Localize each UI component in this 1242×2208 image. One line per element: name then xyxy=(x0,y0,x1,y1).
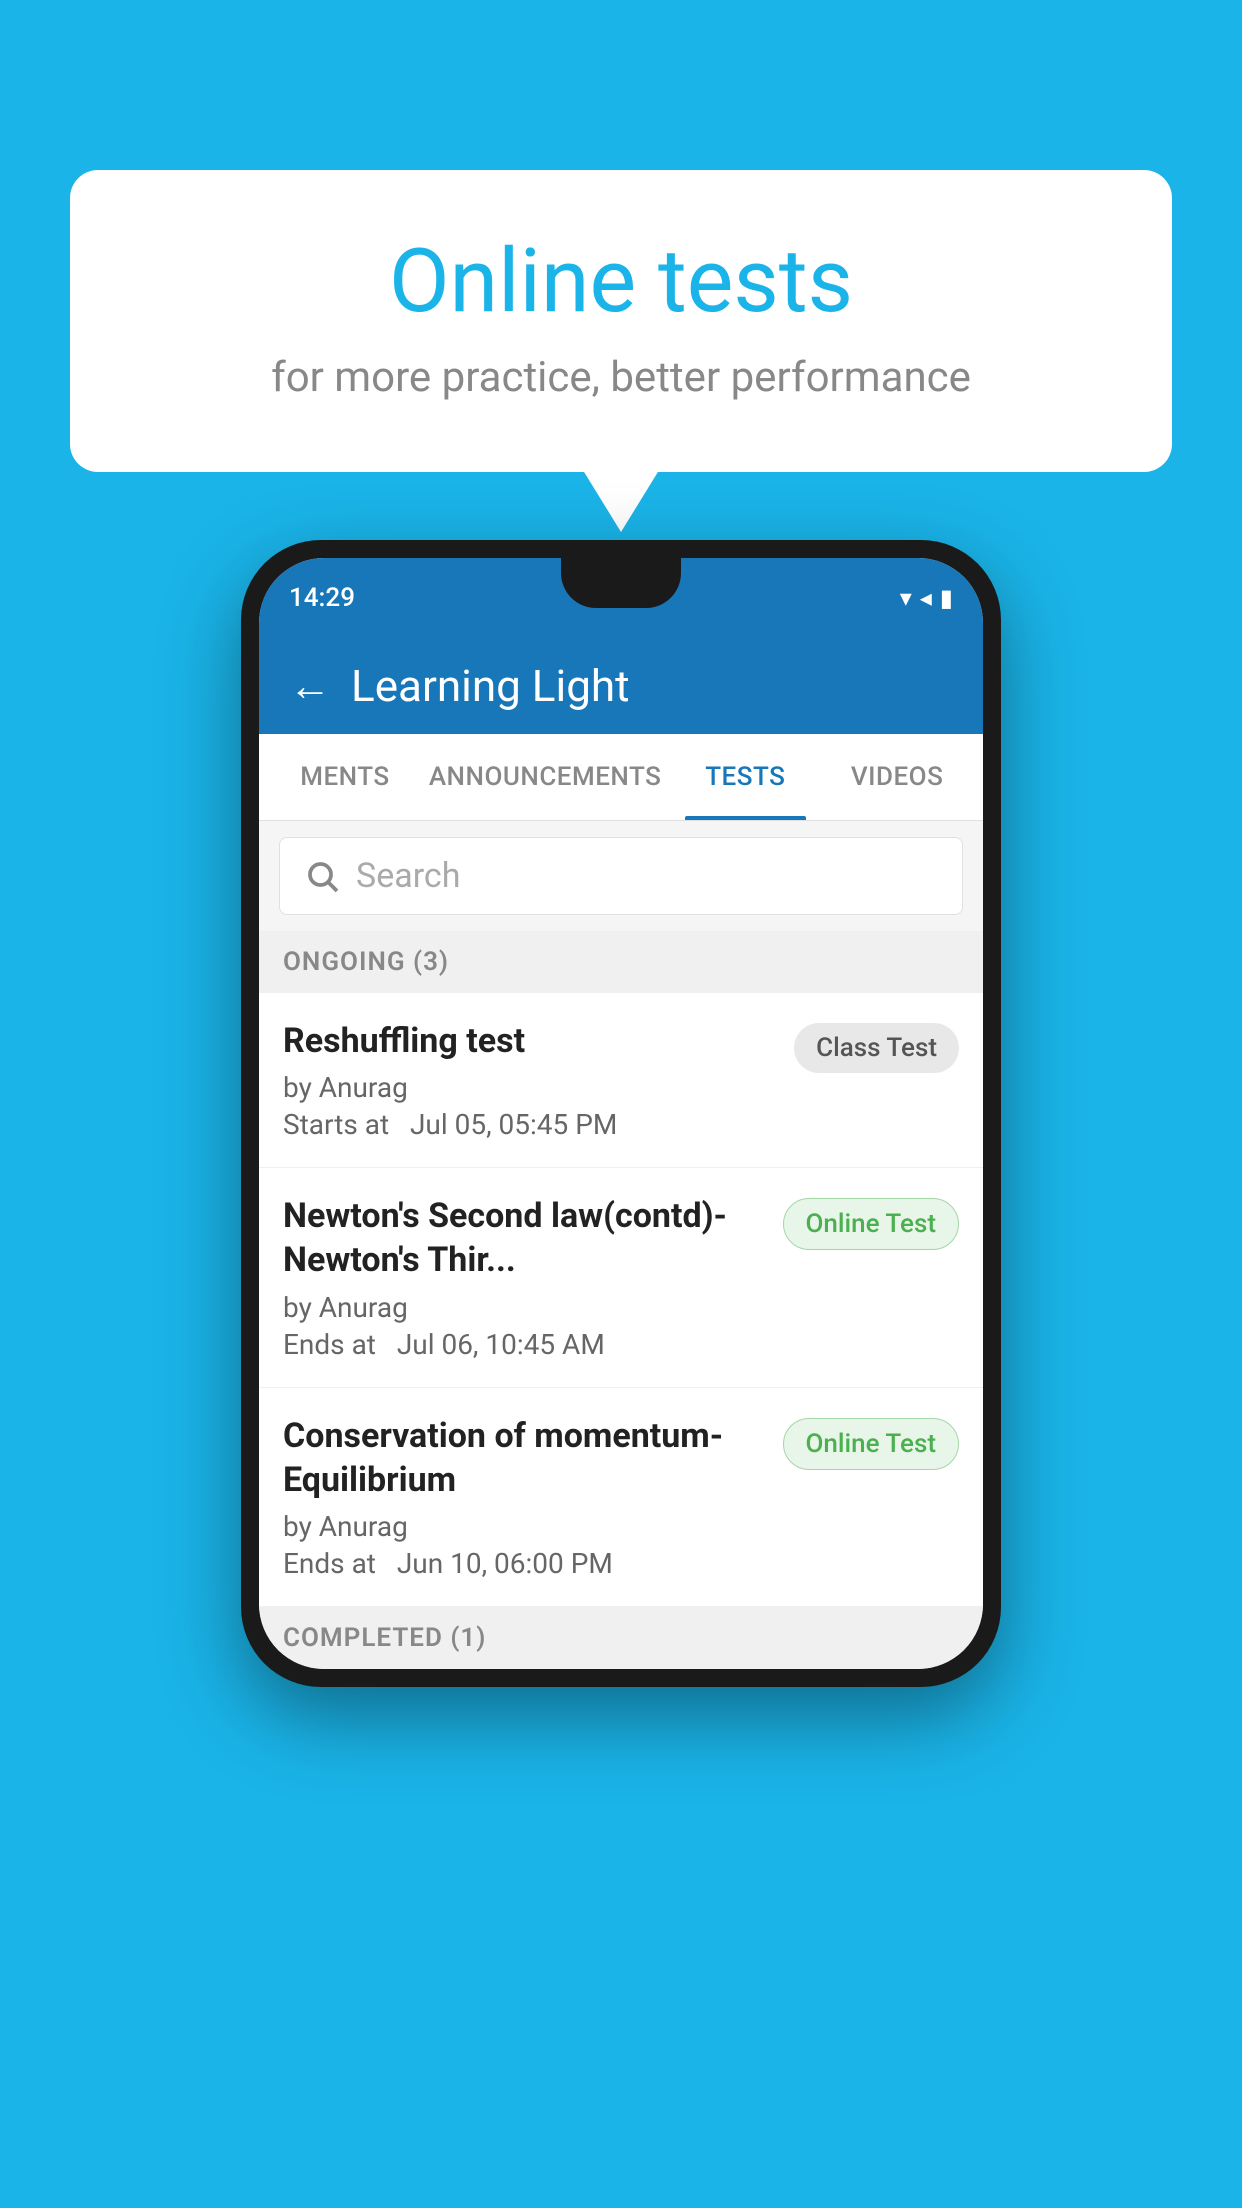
completed-section-header: COMPLETED (1) xyxy=(259,1607,983,1669)
test-info-3: Conservation of momentum-Equilibrium by … xyxy=(283,1414,767,1580)
test-time-value-1: Jul 05, 05:45 PM xyxy=(410,1108,617,1141)
test-author-1: by Anurag xyxy=(283,1071,778,1104)
search-container: Search xyxy=(259,821,983,931)
phone-notch xyxy=(561,558,681,608)
badge-1: Class Test xyxy=(794,1023,959,1073)
ongoing-section-header: ONGOING (3) xyxy=(259,931,983,993)
bubble-title: Online tests xyxy=(120,230,1122,333)
phone-wrapper: 14:29 ▾ ◂ ▮ ← Learning Light MENTS ANNOU… xyxy=(241,540,1001,1687)
test-time-2: Ends at Jul 06, 10:45 AM xyxy=(283,1328,767,1361)
test-author-2: by Anurag xyxy=(283,1291,767,1324)
app-title: Learning Light xyxy=(351,660,630,712)
tab-announcements[interactable]: ANNOUNCEMENTS xyxy=(421,734,670,820)
test-time-label-2: Ends at xyxy=(283,1328,376,1361)
test-list: Reshuffling test by Anurag Starts at Jul… xyxy=(259,993,983,1607)
test-item-3[interactable]: Conservation of momentum-Equilibrium by … xyxy=(259,1388,983,1607)
phone-screen: 14:29 ▾ ◂ ▮ ← Learning Light MENTS ANNOU… xyxy=(259,558,983,1669)
status-bar: 14:29 ▾ ◂ ▮ xyxy=(259,558,983,638)
test-time-value-3: Jun 10, 06:00 PM xyxy=(397,1547,613,1580)
phone-outer: 14:29 ▾ ◂ ▮ ← Learning Light MENTS ANNOU… xyxy=(241,540,1001,1687)
test-info-2: Newton's Second law(contd)-Newton's Thir… xyxy=(283,1194,767,1360)
tab-ments[interactable]: MENTS xyxy=(269,734,421,820)
app-header: ← Learning Light xyxy=(259,638,983,734)
tab-videos[interactable]: VIDEOS xyxy=(821,734,973,820)
signal-icon: ◂ xyxy=(920,584,932,612)
tab-tests[interactable]: TESTS xyxy=(669,734,821,820)
tab-bar: MENTS ANNOUNCEMENTS TESTS VIDEOS xyxy=(259,734,983,821)
search-icon xyxy=(304,858,340,894)
test-time-label-1: Starts at xyxy=(283,1108,389,1141)
test-name-1: Reshuffling test xyxy=(283,1019,778,1063)
test-name-2: Newton's Second law(contd)-Newton's Thir… xyxy=(283,1194,767,1282)
test-time-label-3: Ends at xyxy=(283,1547,376,1580)
test-item-1[interactable]: Reshuffling test by Anurag Starts at Jul… xyxy=(259,993,983,1168)
status-icons: ▾ ◂ ▮ xyxy=(900,584,953,612)
speech-bubble: Online tests for more practice, better p… xyxy=(70,170,1172,472)
test-info-1: Reshuffling test by Anurag Starts at Jul… xyxy=(283,1019,778,1141)
badge-2: Online Test xyxy=(783,1198,960,1250)
completed-label: COMPLETED (1) xyxy=(283,1623,486,1653)
test-item-2[interactable]: Newton's Second law(contd)-Newton's Thir… xyxy=(259,1168,983,1387)
status-time: 14:29 xyxy=(289,583,355,613)
test-time-3: Ends at Jun 10, 06:00 PM xyxy=(283,1547,767,1580)
ongoing-label: ONGOING (3) xyxy=(283,947,449,977)
search-bar[interactable]: Search xyxy=(279,837,963,915)
test-time-1: Starts at Jul 05, 05:45 PM xyxy=(283,1108,778,1141)
test-author-3: by Anurag xyxy=(283,1510,767,1543)
bubble-subtitle: for more practice, better performance xyxy=(120,353,1122,402)
badge-3: Online Test xyxy=(783,1418,960,1470)
search-input[interactable]: Search xyxy=(356,856,460,896)
back-button[interactable]: ← xyxy=(289,662,331,711)
test-name-3: Conservation of momentum-Equilibrium xyxy=(283,1414,767,1502)
wifi-icon: ▾ xyxy=(900,584,912,612)
battery-icon: ▮ xyxy=(940,584,953,612)
test-time-value-2: Jul 06, 10:45 AM xyxy=(397,1328,605,1361)
